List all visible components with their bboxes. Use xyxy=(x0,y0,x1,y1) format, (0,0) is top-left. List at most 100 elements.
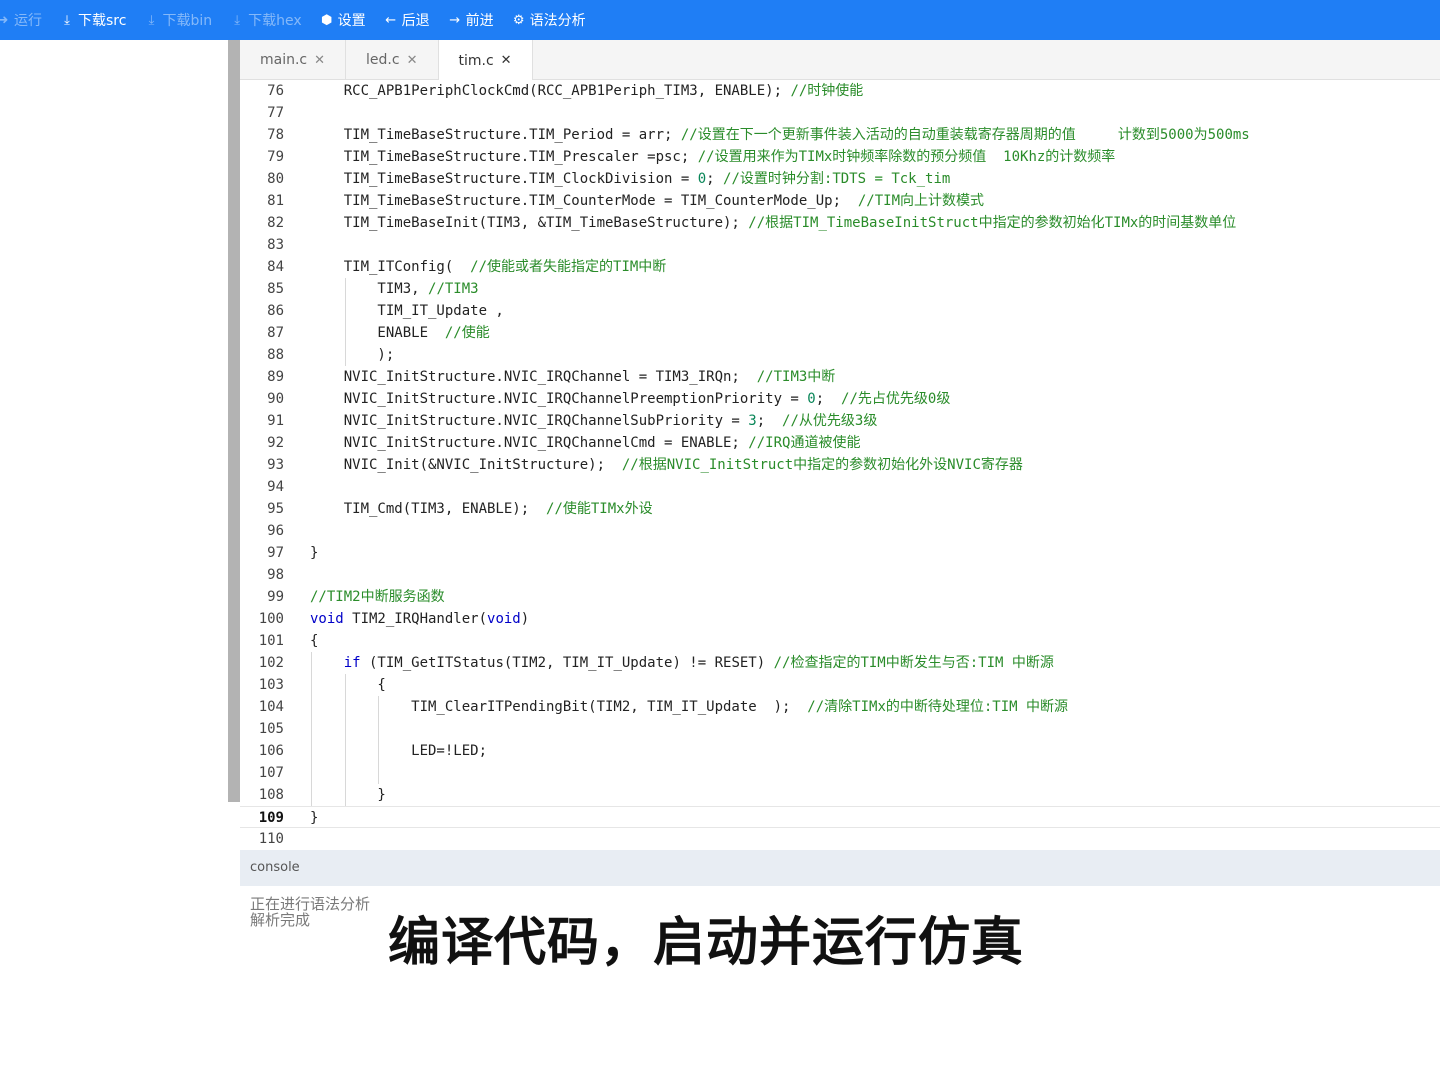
file-panel xyxy=(0,40,228,1080)
download-src-button[interactable]: ⤓ 下载src xyxy=(60,0,134,40)
code-text: TIM_IT_Update , xyxy=(310,303,504,319)
code-text: } xyxy=(310,545,319,561)
toolbar: ➜ 运行 ⤓ 下载src ⤓ 下载bin ⤓ 下载hex ⬢ 设置 ← 后退 → 前进 ⚙ 语法… xyxy=(0,0,1440,40)
download-hex-button[interactable]: ⤓ 下载hex xyxy=(230,0,310,40)
back-button[interactable]: ← 后退 xyxy=(384,0,438,40)
tab-main-c[interactable]: main.c ✕ xyxy=(240,40,347,80)
code-line[interactable]: 109} xyxy=(240,806,1440,828)
code-line[interactable]: 91 NVIC_InitStructure.NVIC_IRQChannelSub… xyxy=(240,410,1440,432)
download-icon: ⤓ xyxy=(64,12,70,28)
code-comment: //设置时钟分割:TDTS = Tck_tim xyxy=(723,171,951,187)
code-line[interactable]: 108 } xyxy=(240,784,1440,806)
close-icon[interactable]: ✕ xyxy=(501,53,512,68)
code-comment: //根据NVIC_InitStruct中指定的参数初始化外设NVIC寄存器 xyxy=(621,457,1023,473)
code-text: RCC_APB1PeriphClockCmd(RCC_APB1Periph_TI… xyxy=(310,83,864,99)
code-line[interactable]: 88 ); xyxy=(240,344,1440,366)
code-text: void TIM2_IRQHandler(void) xyxy=(310,611,530,627)
indent-guide xyxy=(311,762,312,784)
gear-icon: ⚙ xyxy=(512,12,525,28)
line-number: 96 xyxy=(267,523,284,539)
indent-guide xyxy=(311,718,312,740)
close-icon[interactable]: ✕ xyxy=(314,53,325,68)
line-number: 108 xyxy=(258,787,284,803)
indent-guide xyxy=(378,718,380,740)
code-line[interactable]: 78 TIM_TimeBaseStructure.TIM_Period = ar… xyxy=(240,124,1440,146)
code-line[interactable]: 96 xyxy=(240,520,1440,542)
line-number: 88 xyxy=(267,347,284,363)
code-line[interactable]: 90 NVIC_InitStructure.NVIC_IRQChannelPre… xyxy=(240,388,1440,410)
code-line[interactable]: 95 TIM_Cmd(TIM3, ENABLE); //使能TIMx外设 xyxy=(240,498,1440,520)
code-line[interactable]: 98 xyxy=(240,564,1440,586)
code-line[interactable]: 84 TIM_ITConfig( //使能或者失能指定的TIM中断 xyxy=(240,256,1440,278)
code-line[interactable]: 93 NVIC_Init(&NVIC_InitStructure); //根据N… xyxy=(240,454,1440,476)
code-line[interactable]: 82 TIM_TimeBaseInit(TIM3, &TIM_TimeBaseS… xyxy=(240,212,1440,234)
code-line[interactable]: 101 { xyxy=(240,630,1440,652)
code-line[interactable]: 92 NVIC_InitStructure.NVIC_IRQChannelCmd… xyxy=(240,432,1440,454)
code-line[interactable]: 107 xyxy=(240,762,1440,784)
code-text: NVIC_Init(&NVIC_InitStructure); //根据NVIC… xyxy=(310,457,1023,473)
code-line[interactable]: 83 xyxy=(240,234,1440,256)
line-number: 98 xyxy=(267,567,284,583)
code-text: { xyxy=(310,677,386,693)
line-number: 87 xyxy=(267,325,284,341)
code-line[interactable]: 110 xyxy=(240,828,1440,850)
line-number: 105 xyxy=(258,721,284,737)
code-text: ENABLE //使能 xyxy=(310,325,490,341)
panel-scrollbar[interactable] xyxy=(228,40,240,802)
code-text: TIM_TimeBaseStructure.TIM_Period = arr; … xyxy=(310,127,1250,143)
code-line[interactable]: 77 xyxy=(240,102,1440,124)
code-editor[interactable]: 76 RCC_APB1PeriphClockCmd(RCC_APB1Periph… xyxy=(240,80,1440,850)
play-icon: ➜ xyxy=(0,12,9,28)
line-number: 100 xyxy=(258,611,284,627)
line-number: 99 xyxy=(267,589,284,605)
code-line[interactable]: 89 NVIC_InitStructure.NVIC_IRQChannel = … xyxy=(240,366,1440,388)
settings-button[interactable]: ⬢ 设置 xyxy=(320,0,374,40)
code-text: NVIC_InitStructure.NVIC_IRQChannel = TIM… xyxy=(310,369,836,385)
line-number: 80 xyxy=(267,171,284,187)
code-text: ); xyxy=(310,347,395,363)
code-line[interactable]: 97} xyxy=(240,542,1440,564)
line-number: 89 xyxy=(267,369,284,385)
code-line[interactable]: 100 void TIM2_IRQHandler(void) xyxy=(240,608,1440,630)
line-number: 84 xyxy=(267,259,284,275)
code-line[interactable]: 85 TIM3, //TIM3 xyxy=(240,278,1440,300)
indent-guide xyxy=(344,762,346,784)
download-bin-button[interactable]: ⤓ 下载bin xyxy=(144,0,220,40)
code-text: NVIC_InitStructure.NVIC_IRQChannelSubPri… xyxy=(310,413,878,429)
line-number: 90 xyxy=(267,391,284,407)
syntax-analysis-button[interactable]: ⚙ 语法分析 xyxy=(512,0,594,40)
code-line[interactable]: 94 xyxy=(240,476,1440,498)
code-comment: //TIM3中断 xyxy=(756,369,836,385)
tab-led-c[interactable]: led.c ✕ xyxy=(346,40,439,80)
code-line[interactable]: 79 TIM_TimeBaseStructure.TIM_Prescaler =… xyxy=(240,146,1440,168)
code-text: TIM3, //TIM3 xyxy=(310,281,479,297)
code-text: } xyxy=(310,787,386,803)
code-line[interactable]: 103 { xyxy=(240,674,1440,696)
close-icon[interactable]: ✕ xyxy=(407,53,418,68)
console-title: console xyxy=(250,860,300,875)
code-line[interactable]: 86 TIM_IT_Update , xyxy=(240,300,1440,322)
tab-tim-c[interactable]: tim.c ✕ xyxy=(438,40,533,81)
line-number: 102 xyxy=(258,655,284,671)
console-line: 解析完成 xyxy=(250,912,311,928)
code-line[interactable]: 105 xyxy=(240,718,1440,740)
code-comment: //IRQ通道被使能 xyxy=(748,435,861,451)
code-comment: //使能 xyxy=(444,325,490,341)
code-line[interactable]: 99 //TIM2中断服务函数 xyxy=(240,586,1440,608)
code-line[interactable]: 81 TIM_TimeBaseStructure.TIM_CounterMode… xyxy=(240,190,1440,212)
code-comment: //时钟使能 xyxy=(790,83,864,99)
code-text: } xyxy=(310,810,319,826)
line-number: 83 xyxy=(267,237,284,253)
run-button[interactable]: ➜ 运行 xyxy=(0,0,50,40)
code-line[interactable]: 87 ENABLE //使能 xyxy=(240,322,1440,344)
code-line[interactable]: 106 LED=!LED; xyxy=(240,740,1440,762)
code-line[interactable]: 102 if (TIM_GetITStatus(TIM2, TIM_IT_Upd… xyxy=(240,652,1440,674)
line-number: 93 xyxy=(267,457,284,473)
line-number: 110 xyxy=(258,831,284,847)
code-line[interactable]: 76 RCC_APB1PeriphClockCmd(RCC_APB1Periph… xyxy=(240,80,1440,102)
code-line[interactable]: 80 TIM_TimeBaseStructure.TIM_ClockDivisi… xyxy=(240,168,1440,190)
line-number: 106 xyxy=(258,743,284,759)
forward-button[interactable]: → 前进 xyxy=(448,0,502,40)
code-line[interactable]: 104 TIM_ClearITPendingBit(TIM2, TIM_IT_U… xyxy=(240,696,1440,718)
code-text: if (TIM_GetITStatus(TIM2, TIM_IT_Update)… xyxy=(343,655,1054,671)
